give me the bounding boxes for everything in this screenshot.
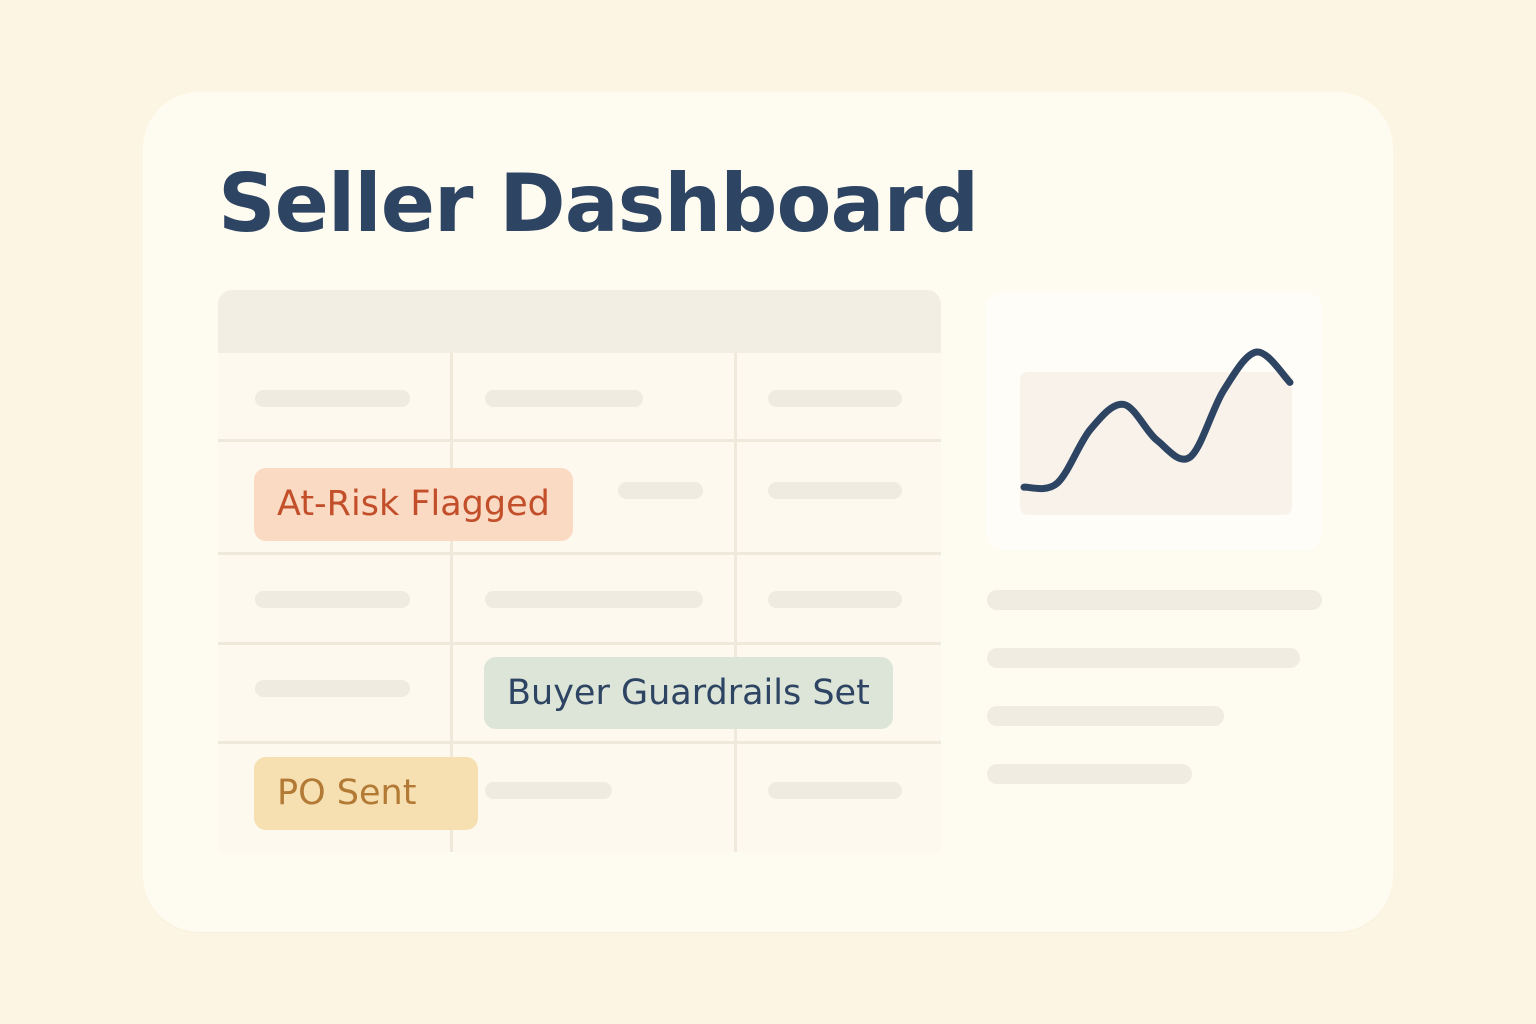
page-title: Seller Dashboard [218,157,979,250]
cell-placeholder [768,782,902,799]
buyer-guardrails-set-tag: Buyer Guardrails Set [484,657,893,729]
row-divider [218,439,941,442]
row-divider [218,642,941,645]
summary-placeholder [987,648,1300,668]
table-header [218,290,941,353]
cell-placeholder [768,591,902,608]
summary-placeholder [987,590,1322,610]
row-divider [218,552,941,555]
cell-placeholder [768,390,902,407]
cell-placeholder [255,390,410,407]
cell-placeholder [618,482,703,499]
cell-placeholder [485,390,643,407]
column-divider [734,353,737,852]
trend-chart-panel [986,292,1322,550]
row-divider [218,741,941,744]
trend-chart [1020,348,1294,515]
cell-placeholder [255,591,410,608]
summary-placeholder [987,706,1224,726]
summary-placeholder [987,764,1192,784]
cell-placeholder [768,482,902,499]
cell-placeholder [485,591,703,608]
at-risk-flagged-tag: At-Risk Flagged [254,468,573,541]
cell-placeholder [485,782,612,799]
po-sent-tag: PO Sent [254,757,478,830]
cell-placeholder [255,680,410,697]
